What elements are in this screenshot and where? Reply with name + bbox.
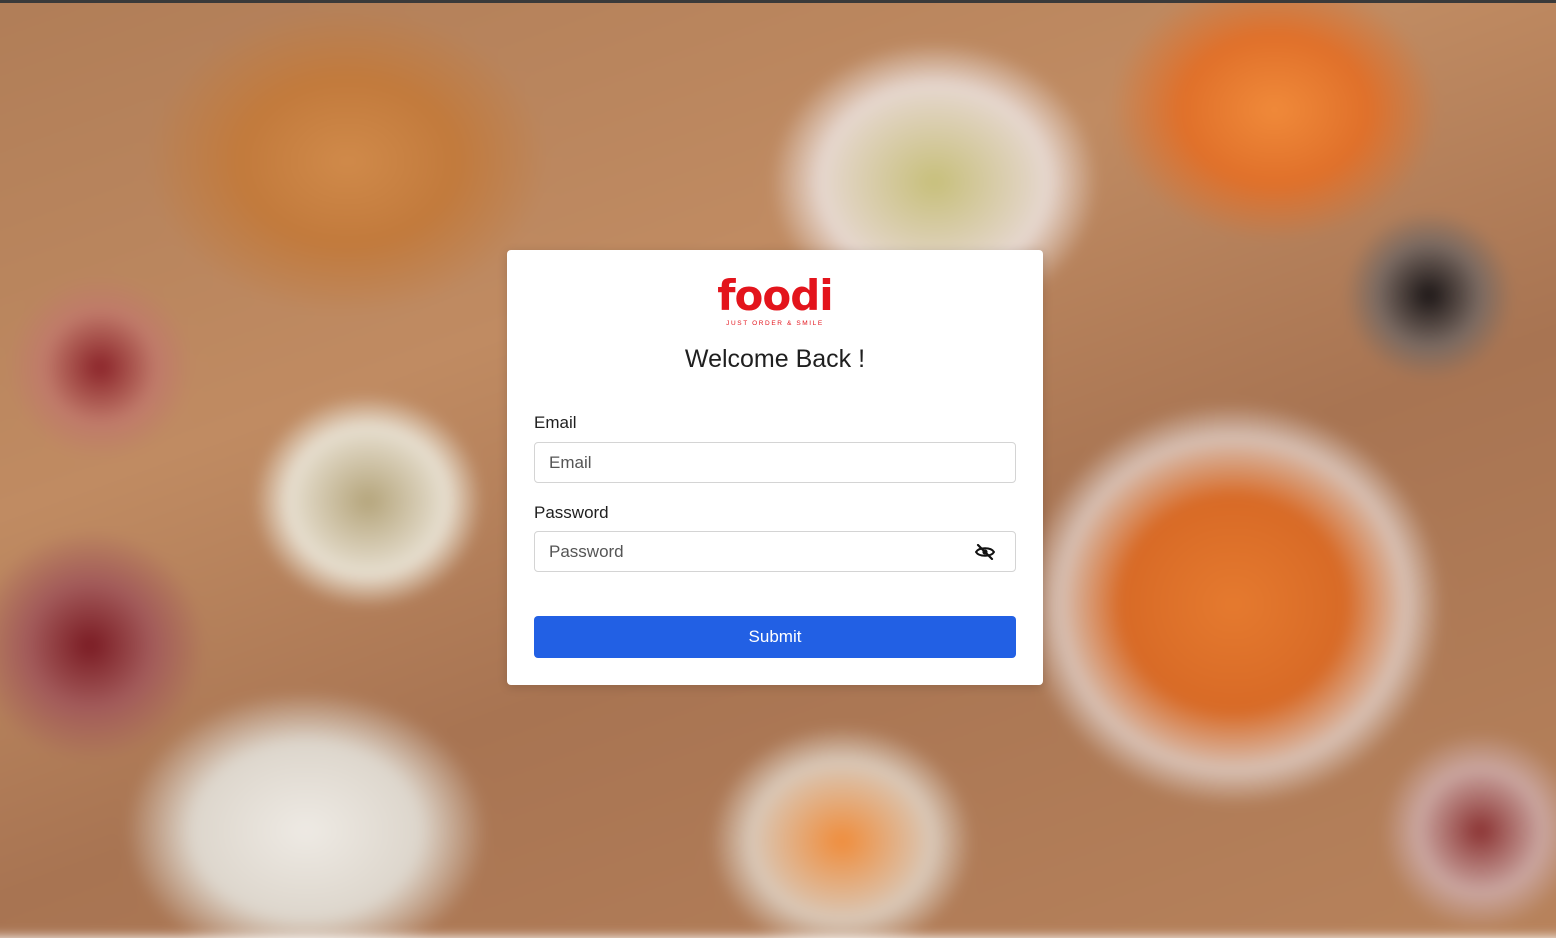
email-field-wrapper <box>534 442 1016 483</box>
foodi-logo: foodi JUST ORDER & SMILE <box>507 274 1043 328</box>
password-label: Password <box>534 503 609 522</box>
eye-slash-icon[interactable] <box>974 543 996 561</box>
logo-wordmark: foodi <box>717 271 833 320</box>
browser-top-edge <box>0 0 1556 3</box>
submit-button[interactable]: Submit <box>534 616 1016 658</box>
password-field[interactable] <box>535 532 1015 571</box>
login-card: foodi JUST ORDER & SMILE Welcome Back ! … <box>507 250 1043 685</box>
password-field-wrapper <box>534 531 1016 572</box>
page-title: Welcome Back ! <box>684 345 866 373</box>
email-label: Email <box>534 413 577 432</box>
email-field[interactable] <box>535 443 1015 482</box>
logo-tagline: JUST ORDER & SMILE <box>726 320 824 327</box>
